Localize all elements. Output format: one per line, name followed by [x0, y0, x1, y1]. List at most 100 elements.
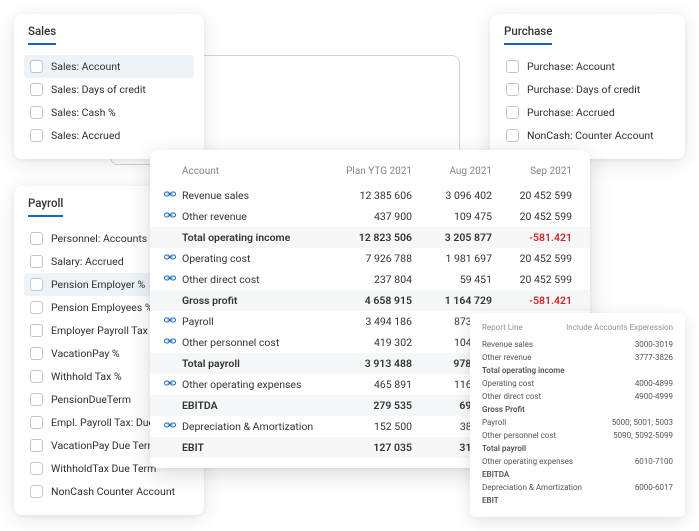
mapping-line: Total payroll [482, 444, 526, 453]
mapping-row: Total payroll [482, 442, 673, 455]
col-aug: Aug 2021 [412, 166, 492, 177]
row-label[interactable]: Payroll [182, 315, 332, 328]
mapping-card: Report Line Include Accounts Experession… [470, 313, 685, 517]
cell-value: 12 823 506 [332, 231, 412, 244]
table-row: Revenue sales12 385 6063 096 40220 452 5… [150, 185, 590, 206]
row-label: EBITDA [182, 399, 332, 412]
row-label[interactable]: Other revenue [182, 210, 332, 223]
checkbox[interactable] [30, 83, 43, 96]
mapping-row: Revenue sales3000-3019 [482, 338, 673, 351]
cell-value: 12 385 606 [332, 189, 412, 202]
checkbox[interactable] [30, 485, 43, 498]
mapping-line: Other operating expenses [482, 457, 573, 466]
purchase-item[interactable]: Purchase: Days of credit [500, 78, 675, 101]
cell-value: 465 891 [332, 378, 412, 391]
table-row: Operating cost7 926 7881 981 69720 452 5… [150, 248, 590, 269]
item-label: Personnel: Accounts [51, 232, 147, 245]
item-label: WithholdTax Due Term [51, 462, 156, 475]
mapping-expr: 3777-3826 [635, 353, 673, 362]
item-label: Sales: Days of credit [51, 83, 146, 96]
sales-title: Sales [28, 24, 56, 45]
mapping-line: Payroll [482, 418, 506, 427]
row-label: Gross profit [182, 294, 332, 307]
row-label[interactable]: Other operating expenses [182, 378, 332, 391]
item-label: Purchase: Account [527, 60, 615, 73]
mapping-expr: 6000-6017 [635, 483, 673, 492]
cell-value: 20 452 599 [492, 252, 572, 265]
checkbox[interactable] [30, 462, 43, 475]
col-sep: Sep 2021 [492, 166, 572, 177]
cell-value: 1 981 697 [412, 252, 492, 265]
row-label[interactable]: Revenue sales [182, 189, 332, 202]
checkbox[interactable] [30, 439, 43, 452]
mapping-row: Other revenue 3777-3826 [482, 351, 673, 364]
row-label[interactable]: Operating cost [182, 252, 332, 265]
checkbox[interactable] [30, 278, 43, 291]
purchase-item[interactable]: NonCash: Counter Account [500, 124, 675, 147]
mapping-expr: 5000; 5001; 5003 [612, 418, 673, 427]
item-label: Pension Employer % [51, 278, 145, 291]
link-icon [164, 275, 176, 285]
mapping-row: Gross Profit [482, 403, 673, 416]
mapping-row: EBITDA [482, 468, 673, 481]
sales-item[interactable]: Sales: Accrued [24, 124, 194, 147]
checkbox[interactable] [30, 129, 43, 142]
checkbox[interactable] [30, 393, 43, 406]
mapping-expr: 5090; 5092-5099 [613, 431, 673, 440]
mapping-expr: 6010-7100 [635, 457, 673, 466]
checkbox[interactable] [30, 416, 43, 429]
mapping-line: Other revenue [482, 353, 531, 362]
row-label[interactable]: Depreciation & Amortization [182, 420, 332, 433]
link-icon [164, 380, 176, 390]
item-label: NonCash Counter Account [51, 485, 175, 498]
link-icon [164, 254, 176, 264]
checkbox[interactable] [30, 255, 43, 268]
mapping-line: Other direct cost [482, 392, 541, 401]
mapping-expr: 4900-4999 [635, 392, 673, 401]
checkbox[interactable] [30, 106, 43, 119]
purchase-card: Purchase Purchase: AccountPurchase: Days… [490, 14, 685, 159]
payroll-title: Payroll [28, 196, 63, 217]
mapping-col-line: Report Line [482, 323, 523, 332]
cell-value: 4 658 915 [332, 294, 412, 307]
checkbox[interactable] [30, 232, 43, 245]
sales-item[interactable]: Sales: Cash % [24, 101, 194, 124]
mapping-line: Revenue sales [482, 340, 533, 349]
cell-value: 59 451 [412, 273, 492, 286]
checkbox[interactable] [30, 347, 43, 360]
row-label: Total operating income [182, 231, 332, 244]
checkbox[interactable] [30, 324, 43, 337]
row-label[interactable]: Other personnel cost [182, 336, 332, 349]
cell-value: 3 913 488 [332, 357, 412, 370]
mapping-line: Total operating income [482, 366, 565, 375]
sales-item[interactable]: Sales: Account [24, 55, 194, 78]
item-label: VacationPay % [51, 347, 120, 360]
cell-value: 3 096 402 [412, 189, 492, 202]
sales-item[interactable]: Sales: Days of credit [24, 78, 194, 101]
purchase-item[interactable]: Purchase: Accrued [500, 101, 675, 124]
table-row: Total operating income12 823 5063 205 87… [150, 227, 590, 248]
link-icon [164, 317, 176, 327]
checkbox[interactable] [506, 60, 519, 73]
item-label: Purchase: Accrued [527, 106, 615, 119]
cell-value: 419 302 [332, 336, 412, 349]
purchase-item[interactable]: Purchase: Account [500, 55, 675, 78]
mapping-col-expr: Include Accounts Experession [566, 323, 673, 332]
checkbox[interactable] [30, 301, 43, 314]
mapping-row: Payroll 5000; 5001; 5003 [482, 416, 673, 429]
payroll-item[interactable]: NonCash Counter Account [24, 480, 194, 503]
mapping-row: Other operating expenses 6010-7100 [482, 455, 673, 468]
row-label[interactable]: Other direct cost [182, 273, 332, 286]
checkbox[interactable] [30, 370, 43, 383]
checkbox[interactable] [506, 83, 519, 96]
cell-value: 7 926 788 [332, 252, 412, 265]
checkbox[interactable] [30, 60, 43, 73]
purchase-items: Purchase: Account Purchase: Days of credi… [490, 51, 685, 159]
item-label: Sales: Accrued [51, 129, 120, 142]
checkbox[interactable] [506, 106, 519, 119]
cell-value: 20 452 599 [492, 273, 572, 286]
item-label: Sales: Cash % [51, 106, 116, 119]
col-account: Account [182, 166, 332, 177]
table-row: Other direct cost237 80459 45120 452 599 [150, 269, 590, 290]
checkbox[interactable] [506, 129, 519, 142]
